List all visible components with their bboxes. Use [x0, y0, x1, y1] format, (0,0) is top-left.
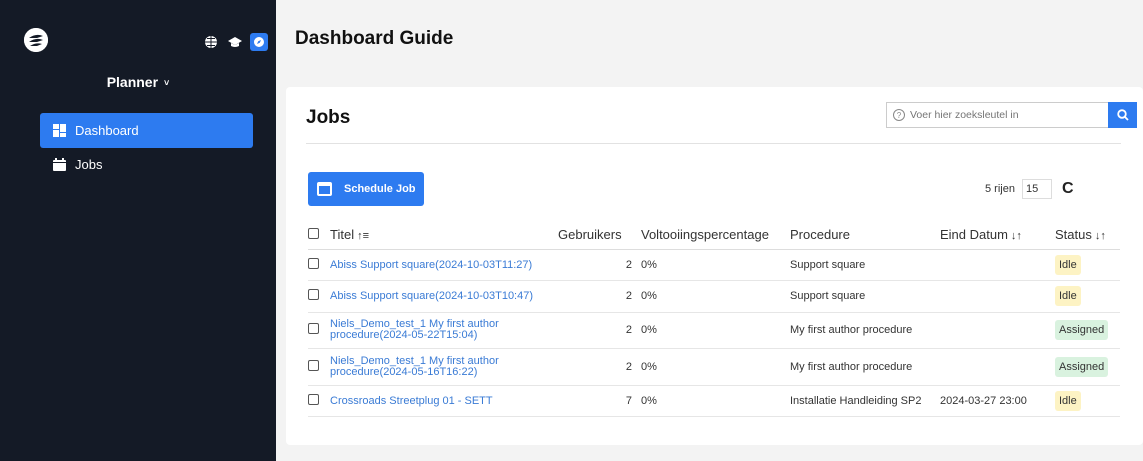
- schedule-job-label: Schedule Job: [344, 183, 416, 195]
- table-row[interactable]: Niels_Demo_test_1 My first author proced…: [308, 312, 1120, 349]
- job-title-link[interactable]: Abiss Support square(2024-10-03T11:27): [330, 259, 532, 271]
- globe-icon[interactable]: [202, 33, 220, 51]
- status-badge: Assigned: [1055, 356, 1109, 377]
- calendar-icon: [53, 158, 66, 171]
- job-title-link[interactable]: Niels_Demo_test_1 My first author proced…: [330, 355, 540, 378]
- procedure-name: My first author procedure: [790, 348, 940, 386]
- graduation-cap-icon[interactable]: [226, 33, 244, 51]
- status-badge: Assigned: [1055, 320, 1109, 340]
- column-header-users: Gebruikers: [558, 220, 641, 250]
- table-row[interactable]: Crossroads Streetplug 01 - SETT 7 0% Ins…: [308, 385, 1120, 417]
- column-header-label: Titel: [330, 226, 355, 242]
- jobs-card: Jobs ? Schedule Job 5 rijen 15 C Titel↑≡…: [286, 87, 1143, 445]
- column-header-status[interactable]: Status ↓↑: [1055, 220, 1120, 250]
- users-count: 2: [558, 312, 641, 349]
- column-header-completion: Voltooiingspercentage: [641, 220, 790, 250]
- row-checkbox[interactable]: [308, 359, 319, 371]
- jobs-title: Jobs: [306, 107, 351, 128]
- dashboard-icon: [53, 124, 66, 137]
- sidebar-item-label: Jobs: [75, 157, 103, 172]
- end-date: 2024-03-27 23:00: [940, 385, 1055, 417]
- completion-percentage: 0%: [641, 312, 790, 349]
- row-checkbox[interactable]: [308, 289, 319, 300]
- search-bar: ?: [886, 102, 1137, 128]
- end-date: [940, 280, 1055, 313]
- procedure-name: Installatie Handleiding SP2: [790, 385, 940, 417]
- status-badge: Idle: [1055, 254, 1081, 275]
- refresh-icon[interactable]: C: [1062, 180, 1074, 198]
- table-header-row: Titel ↑≡ Gebruikers Voltooiingspercentage…: [308, 220, 1120, 250]
- completion-percentage: 0%: [641, 385, 790, 417]
- completion-percentage: 0%: [641, 280, 790, 313]
- job-title-link[interactable]: Niels_Demo_test_1 My first author proced…: [330, 319, 540, 341]
- select-all-cell: [308, 220, 330, 250]
- job-title-link[interactable]: Abiss Support square(2024-10-03T10:47): [330, 291, 533, 302]
- column-header-label: Eind Datum: [940, 226, 1008, 242]
- end-date: [940, 249, 1055, 281]
- column-header-procedure: Procedure: [790, 220, 940, 250]
- column-header-title[interactable]: Titel ↑≡: [330, 220, 558, 250]
- users-count: 2: [558, 348, 641, 386]
- column-header-label: Gebruikers: [558, 226, 622, 242]
- help-icon: ?: [893, 109, 905, 121]
- end-date: [940, 312, 1055, 349]
- search-button[interactable]: [1108, 102, 1137, 128]
- sidebar-item-label: Dashboard: [75, 123, 139, 138]
- row-checkbox[interactable]: [308, 393, 319, 405]
- schedule-job-button[interactable]: Schedule Job: [308, 172, 424, 206]
- search-input[interactable]: [910, 109, 1100, 121]
- column-header-label: Voltooiingspercentage: [641, 226, 769, 242]
- users-count: 7: [558, 385, 641, 417]
- page-title: Dashboard Guide: [295, 28, 454, 49]
- users-count: 2: [558, 249, 641, 281]
- table-row[interactable]: Abiss Support square(2024-10-03T10:47) 2…: [308, 280, 1120, 313]
- row-checkbox[interactable]: [308, 323, 319, 334]
- compass-icon[interactable]: [250, 33, 268, 51]
- column-header-label: Procedure: [790, 226, 850, 242]
- sidebar-item-jobs[interactable]: Jobs: [40, 147, 253, 182]
- sort-icon[interactable]: ↓↑: [1011, 230, 1022, 242]
- app-switcher[interactable]: Planner ˅: [0, 74, 276, 90]
- column-header-label: Status: [1055, 226, 1092, 242]
- completion-percentage: 0%: [641, 348, 790, 386]
- procedure-name: Support square: [790, 249, 940, 281]
- select-all-checkbox[interactable]: [308, 227, 319, 239]
- column-header-end-date[interactable]: Eind Datum ↓↑: [940, 220, 1055, 250]
- sidebar-item-dashboard[interactable]: Dashboard: [40, 113, 253, 148]
- chevron-down-icon: ˅: [164, 78, 170, 88]
- status-badge: Idle: [1055, 390, 1081, 411]
- search-field[interactable]: ?: [886, 102, 1108, 128]
- app-logo[interactable]: [24, 28, 48, 52]
- procedure-name: My first author procedure: [790, 312, 940, 349]
- procedure-name: Support square: [790, 280, 940, 313]
- end-date: [940, 348, 1055, 386]
- table-row[interactable]: Abiss Support square(2024-10-03T11:27) 2…: [308, 249, 1120, 281]
- job-title-link[interactable]: Crossroads Streetplug 01 - SETT: [330, 395, 493, 407]
- sidebar: Planner ˅ Dashboard Jobs: [0, 0, 276, 461]
- completion-percentage: 0%: [641, 249, 790, 281]
- status-badge: Idle: [1055, 286, 1081, 306]
- app-switcher-label: Planner: [106, 74, 159, 90]
- rows-per-page-input[interactable]: 15: [1021, 179, 1052, 199]
- sort-icon[interactable]: ↓↑: [1095, 230, 1106, 242]
- sort-asc-icon[interactable]: ↑≡: [357, 230, 369, 242]
- search-icon: [1116, 109, 1129, 121]
- calendar-icon: [317, 182, 332, 196]
- row-checkbox[interactable]: [308, 257, 319, 269]
- users-count: 2: [558, 280, 641, 313]
- rows-label: 5 rijen: [985, 183, 1015, 195]
- rows-per-page: 5 rijen 15 C: [985, 179, 1074, 199]
- jobs-table: Titel ↑≡ Gebruikers Voltooiingspercentage…: [308, 220, 1120, 417]
- divider: [306, 143, 1121, 144]
- table-row[interactable]: Niels_Demo_test_1 My first author proced…: [308, 348, 1120, 386]
